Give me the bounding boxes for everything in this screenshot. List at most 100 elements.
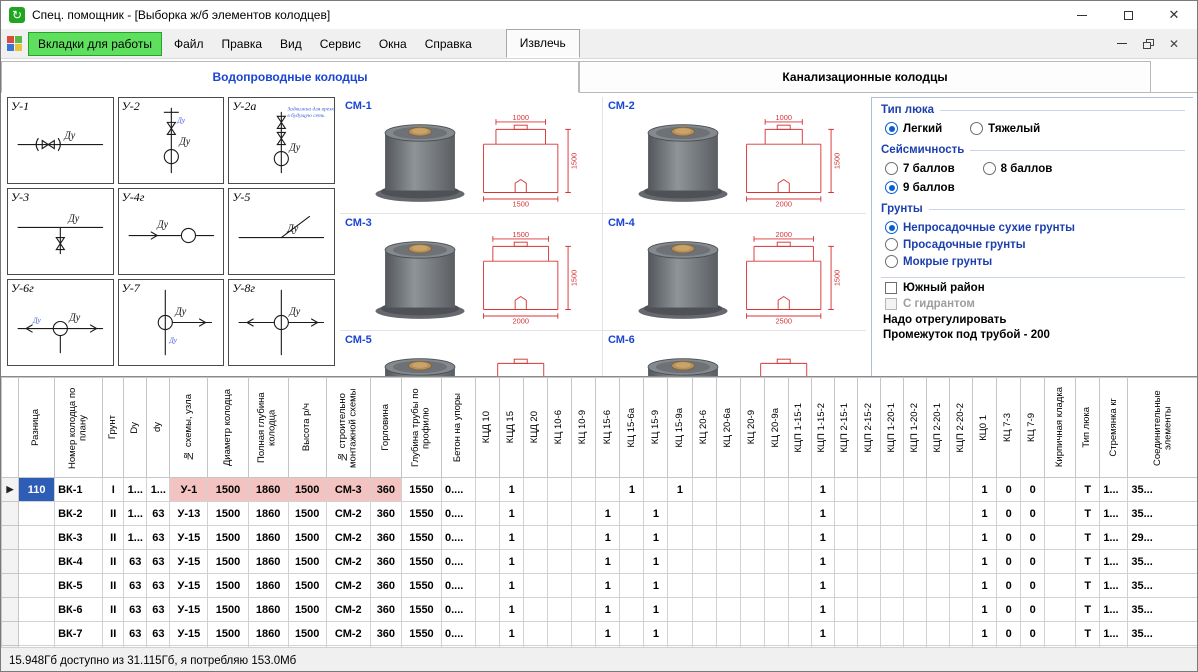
cell[interactable]: 35... bbox=[1128, 622, 1197, 646]
cell[interactable] bbox=[19, 622, 55, 646]
cell[interactable]: 1550 bbox=[401, 478, 441, 502]
cell[interactable] bbox=[620, 574, 644, 598]
cell[interactable] bbox=[716, 526, 740, 550]
cell[interactable]: 63 bbox=[124, 574, 147, 598]
cell[interactable]: 1 bbox=[596, 550, 620, 574]
cell[interactable] bbox=[620, 598, 644, 622]
cell[interactable] bbox=[834, 622, 857, 646]
cell[interactable] bbox=[880, 502, 903, 526]
cell[interactable] bbox=[476, 478, 500, 502]
cell[interactable] bbox=[788, 502, 811, 526]
cell[interactable]: 1... bbox=[124, 478, 147, 502]
cell[interactable]: 360 bbox=[370, 550, 401, 574]
cell[interactable] bbox=[548, 550, 572, 574]
cell[interactable]: 360 bbox=[370, 502, 401, 526]
cell[interactable] bbox=[857, 526, 880, 550]
column-header[interactable]: КЦ 10-9 bbox=[572, 378, 596, 478]
cell[interactable] bbox=[950, 478, 973, 502]
cell[interactable] bbox=[668, 526, 692, 550]
cell[interactable]: 29... bbox=[1128, 526, 1197, 550]
cell[interactable]: 1 bbox=[500, 550, 524, 574]
cell[interactable]: 0.... bbox=[442, 598, 476, 622]
cell[interactable]: 0.... bbox=[442, 574, 476, 598]
cell[interactable] bbox=[903, 598, 926, 622]
cell[interactable] bbox=[692, 598, 716, 622]
cell[interactable]: 1 bbox=[973, 526, 997, 550]
cell[interactable] bbox=[880, 622, 903, 646]
cell[interactable] bbox=[572, 478, 596, 502]
cell[interactable]: СМ-2 bbox=[326, 574, 370, 598]
cell[interactable]: 35... bbox=[1128, 502, 1197, 526]
cell[interactable] bbox=[1045, 550, 1076, 574]
mdi-restore-button[interactable] bbox=[1137, 34, 1159, 54]
cell[interactable]: 1 bbox=[668, 478, 692, 502]
column-header[interactable]: КЦ 15-6 bbox=[596, 378, 620, 478]
cell[interactable]: 1500 bbox=[208, 478, 248, 502]
cell[interactable]: 1... bbox=[1100, 622, 1128, 646]
cell[interactable]: 1 bbox=[811, 622, 834, 646]
radio-option[interactable]: Мокрые грунты bbox=[885, 255, 1183, 268]
schematic-cell[interactable]: У-2аДуЗадвижка для врезкив будущую сеть bbox=[228, 97, 335, 184]
cell[interactable] bbox=[926, 478, 949, 502]
cell[interactable] bbox=[620, 526, 644, 550]
cell[interactable]: II bbox=[103, 622, 124, 646]
column-header[interactable]: Горловина bbox=[370, 378, 401, 478]
cell[interactable] bbox=[1045, 526, 1076, 550]
well-cell[interactable]: СМ-5 bbox=[340, 331, 603, 376]
well-cell[interactable]: СМ-4 200015002500 bbox=[603, 214, 866, 331]
cell[interactable]: 0.... bbox=[442, 622, 476, 646]
radio-option[interactable]: Легкий bbox=[885, 122, 942, 135]
cell[interactable] bbox=[548, 478, 572, 502]
cell[interactable] bbox=[834, 502, 857, 526]
cell[interactable]: 1... bbox=[1100, 478, 1128, 502]
cell[interactable]: 0 bbox=[1021, 598, 1045, 622]
cell[interactable]: 0 bbox=[1021, 502, 1045, 526]
row-marker[interactable] bbox=[2, 526, 19, 550]
cell[interactable] bbox=[524, 574, 548, 598]
cell[interactable]: Т bbox=[1076, 478, 1100, 502]
cell[interactable]: 1 bbox=[500, 526, 524, 550]
cell[interactable]: 63 bbox=[147, 526, 170, 550]
cell[interactable] bbox=[668, 598, 692, 622]
cell[interactable] bbox=[548, 622, 572, 646]
cell[interactable]: 35... bbox=[1128, 550, 1197, 574]
cell[interactable]: 1 bbox=[811, 502, 834, 526]
cell[interactable] bbox=[880, 574, 903, 598]
cell[interactable] bbox=[524, 478, 548, 502]
cell[interactable] bbox=[620, 622, 644, 646]
cell[interactable]: 1550 bbox=[401, 502, 441, 526]
cell[interactable] bbox=[548, 502, 572, 526]
schematic-cell[interactable]: У-8гДу bbox=[228, 279, 335, 366]
cell[interactable]: 63 bbox=[147, 598, 170, 622]
cell[interactable] bbox=[950, 526, 973, 550]
cell[interactable] bbox=[548, 526, 572, 550]
column-header[interactable]: КЦП 1-20-1 bbox=[880, 378, 903, 478]
cell[interactable]: 1500 bbox=[288, 598, 326, 622]
row-marker[interactable] bbox=[2, 622, 19, 646]
cell[interactable] bbox=[19, 502, 55, 526]
cell[interactable] bbox=[716, 598, 740, 622]
cell[interactable]: У-13 bbox=[170, 502, 208, 526]
cell[interactable]: 1500 bbox=[208, 502, 248, 526]
cell[interactable] bbox=[788, 622, 811, 646]
cell[interactable]: 0 bbox=[997, 526, 1021, 550]
cell[interactable]: СМ-2 bbox=[326, 502, 370, 526]
cell[interactable]: 0.... bbox=[442, 526, 476, 550]
cell[interactable]: 0.... bbox=[442, 502, 476, 526]
radio-option[interactable]: 8 баллов bbox=[983, 162, 1053, 175]
cell[interactable]: 63 bbox=[124, 598, 147, 622]
cell[interactable] bbox=[880, 526, 903, 550]
cell[interactable]: 1 bbox=[644, 502, 668, 526]
cell[interactable]: 1 bbox=[973, 598, 997, 622]
cell[interactable] bbox=[1045, 574, 1076, 598]
row-marker[interactable]: ▶ bbox=[2, 478, 19, 502]
cell[interactable] bbox=[19, 598, 55, 622]
menu-item[interactable]: Правка bbox=[212, 32, 271, 56]
cell[interactable]: 1860 bbox=[248, 550, 288, 574]
checkbox-option[interactable]: Южный район bbox=[885, 282, 1185, 294]
column-header[interactable]: Разница bbox=[19, 378, 55, 478]
column-header[interactable]: Диаметр колодца bbox=[208, 378, 248, 478]
cell[interactable]: 0 bbox=[1021, 622, 1045, 646]
column-header[interactable]: КЦП 2-20-2 bbox=[950, 378, 973, 478]
schematic-cell[interactable]: У-3Ду bbox=[7, 188, 114, 275]
